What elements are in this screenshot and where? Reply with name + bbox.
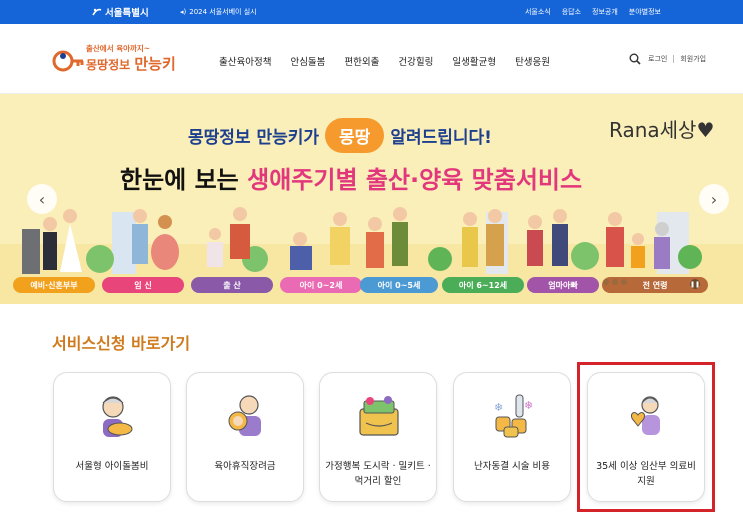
pager-dot[interactable] — [603, 279, 609, 285]
user-utilities: 로그인 회원가입 — [629, 53, 706, 65]
seoul-logo[interactable]: 서울특별시 — [92, 5, 149, 19]
divider — [673, 55, 675, 63]
services-title: 서비스신청 바로가기 — [52, 334, 191, 353]
stage-label: 아이 6~12세 — [458, 280, 508, 290]
slide-pager — [603, 279, 627, 285]
login-link[interactable]: 로그인 — [648, 54, 667, 64]
watermark-text: Rana세상♥ — [609, 118, 715, 142]
lunchbox-icon — [359, 396, 399, 436]
stage-child-6-12[interactable]: 아이 6~12세 — [442, 277, 524, 293]
service-card-parental-leave[interactable]: 육아휴직장려금 — [186, 372, 304, 502]
site-header: 출산에서 육아까지~ 몽땅정보 만능키 출산육아정책 안심돌봄 편한외출 건강힐… — [0, 24, 743, 94]
nav-easy-outing[interactable]: 편한외출 — [344, 54, 379, 68]
pause-icon[interactable]: ❚❚ — [690, 279, 700, 289]
stage-label: 아이 0~5세 — [377, 280, 421, 290]
stage-label: 아이 0~2세 — [299, 280, 343, 290]
pager-dot[interactable] — [612, 279, 618, 285]
nav-birth-policy[interactable]: 출산육아정책 — [219, 54, 271, 68]
notice-link[interactable]: ◂) 2024 서울서베이 실시 — [180, 7, 257, 17]
card-label: 육아휴직장려금 — [214, 461, 276, 472]
key-logo-icon — [52, 50, 84, 72]
link-eungdapso[interactable]: 응답소 — [562, 7, 581, 17]
main-banner[interactable]: 몽땅정보 만능키가 몽땅 알려드립니다! Rana세상♥ 한눈에 보는 생애주기… — [0, 94, 743, 304]
notice-text: 2024 서울서베이 실시 — [189, 8, 257, 16]
egg-freezing-icon: ❄ ❄ — [494, 394, 533, 438]
service-card-lunchbox[interactable]: 가정행복 도시락 · 밀키트 · 먹거리 할인 — [319, 372, 437, 502]
stage-label: 임 신 — [134, 280, 152, 290]
stage-birth[interactable]: 출 산 — [191, 277, 273, 293]
svg-text:❄: ❄ — [524, 399, 533, 412]
logo-name-b: 만능키 — [134, 55, 176, 73]
speaker-icon: ◂) — [180, 8, 187, 16]
nav-work-life[interactable]: 일생활균형 — [452, 54, 496, 68]
parent-baby-icon — [228, 395, 261, 436]
chevron-left-icon: ‹ — [38, 189, 46, 209]
stage-pregnancy[interactable]: 임 신 — [102, 277, 184, 293]
link-info-disclosure[interactable]: 정보공개 — [592, 7, 618, 17]
chevron-right-icon: › — [710, 189, 718, 209]
stage-pre-newlywed[interactable]: 예비·신혼부부 — [13, 277, 95, 293]
banner-headline-b: 알려드립니다! — [390, 128, 492, 148]
main-nav: 출산육아정책 안심돌봄 편한외출 건강힐링 일생활균형 탄생응원 — [219, 54, 569, 68]
seoul-logo-icon — [92, 8, 102, 16]
banner-headline: 몽땅정보 만능키가 몽땅 알려드립니다! — [188, 118, 492, 153]
prev-slide-button[interactable]: ‹ — [27, 184, 57, 214]
card-label: 서울형 아이돌봄비 — [75, 461, 149, 472]
card-label: 가정행복 도시락 · 밀키트 · 먹거리 할인 — [325, 461, 431, 487]
seoul-logo-text: 서울특별시 — [105, 8, 149, 19]
svg-text:❄: ❄ — [494, 401, 503, 414]
link-seoul-news[interactable]: 서울소식 — [525, 7, 551, 17]
link-field-info[interactable]: 분야별정보 — [629, 7, 661, 17]
banner-badge: 몽땅 — [325, 118, 385, 153]
nav-birth-cheer[interactable]: 탄생응원 — [515, 54, 550, 68]
nav-health-healing[interactable]: 건강힐링 — [398, 54, 433, 68]
site-logo[interactable]: 출산에서 육아까지~ 몽땅정보 만능키 — [52, 43, 176, 77]
signup-link[interactable]: 회원가입 — [680, 54, 706, 64]
logo-name-a: 몽땅정보 — [86, 58, 135, 72]
service-card-egg-freezing[interactable]: ❄ ❄ 난자동결 시술 비용 — [453, 372, 571, 502]
stage-label: 전 연령 — [642, 280, 668, 290]
highlight-box — [577, 362, 715, 512]
next-slide-button[interactable]: › — [699, 184, 729, 214]
stage-label: 출 산 — [223, 280, 241, 290]
logo-name: 몽땅정보 만능키 — [86, 53, 176, 74]
banner-subheadline: 한눈에 보는 생애주기별 출산·양육 맞춤서비스 — [120, 160, 582, 195]
stage-label: 엄마아빠 — [548, 280, 578, 290]
top-bar: 서울특별시 ◂) 2024 서울서베이 실시 서울소식 응답소 정보공개 분야별… — [0, 0, 743, 24]
banner-subheadline-a: 한눈에 보는 — [120, 166, 248, 194]
stage-label: 예비·신혼부부 — [30, 280, 78, 290]
banner-subheadline-highlight: 생애주기별 출산·양육 맞춤서비스 — [247, 166, 583, 194]
stage-child-0-5[interactable]: 아이 0~5세 — [360, 277, 438, 293]
top-links: 서울소식 응답소 정보공개 분야별정보 — [525, 7, 661, 17]
pager-dot[interactable] — [621, 279, 627, 285]
nav-safe-care[interactable]: 안심돌봄 — [290, 54, 325, 68]
slide-controls: ❚❚ — [690, 279, 700, 289]
stage-parents[interactable]: 엄마아빠 — [527, 277, 599, 293]
search-icon[interactable] — [629, 53, 641, 65]
banner-headline-a: 몽땅정보 만능키가 — [188, 128, 320, 148]
card-label: 난자동결 시술 비용 — [474, 461, 550, 472]
grandma-baby-icon — [102, 396, 133, 437]
stage-child-0-2[interactable]: 아이 0~2세 — [280, 277, 362, 293]
service-card-childcare[interactable]: 서울형 아이돌봄비 — [53, 372, 171, 502]
